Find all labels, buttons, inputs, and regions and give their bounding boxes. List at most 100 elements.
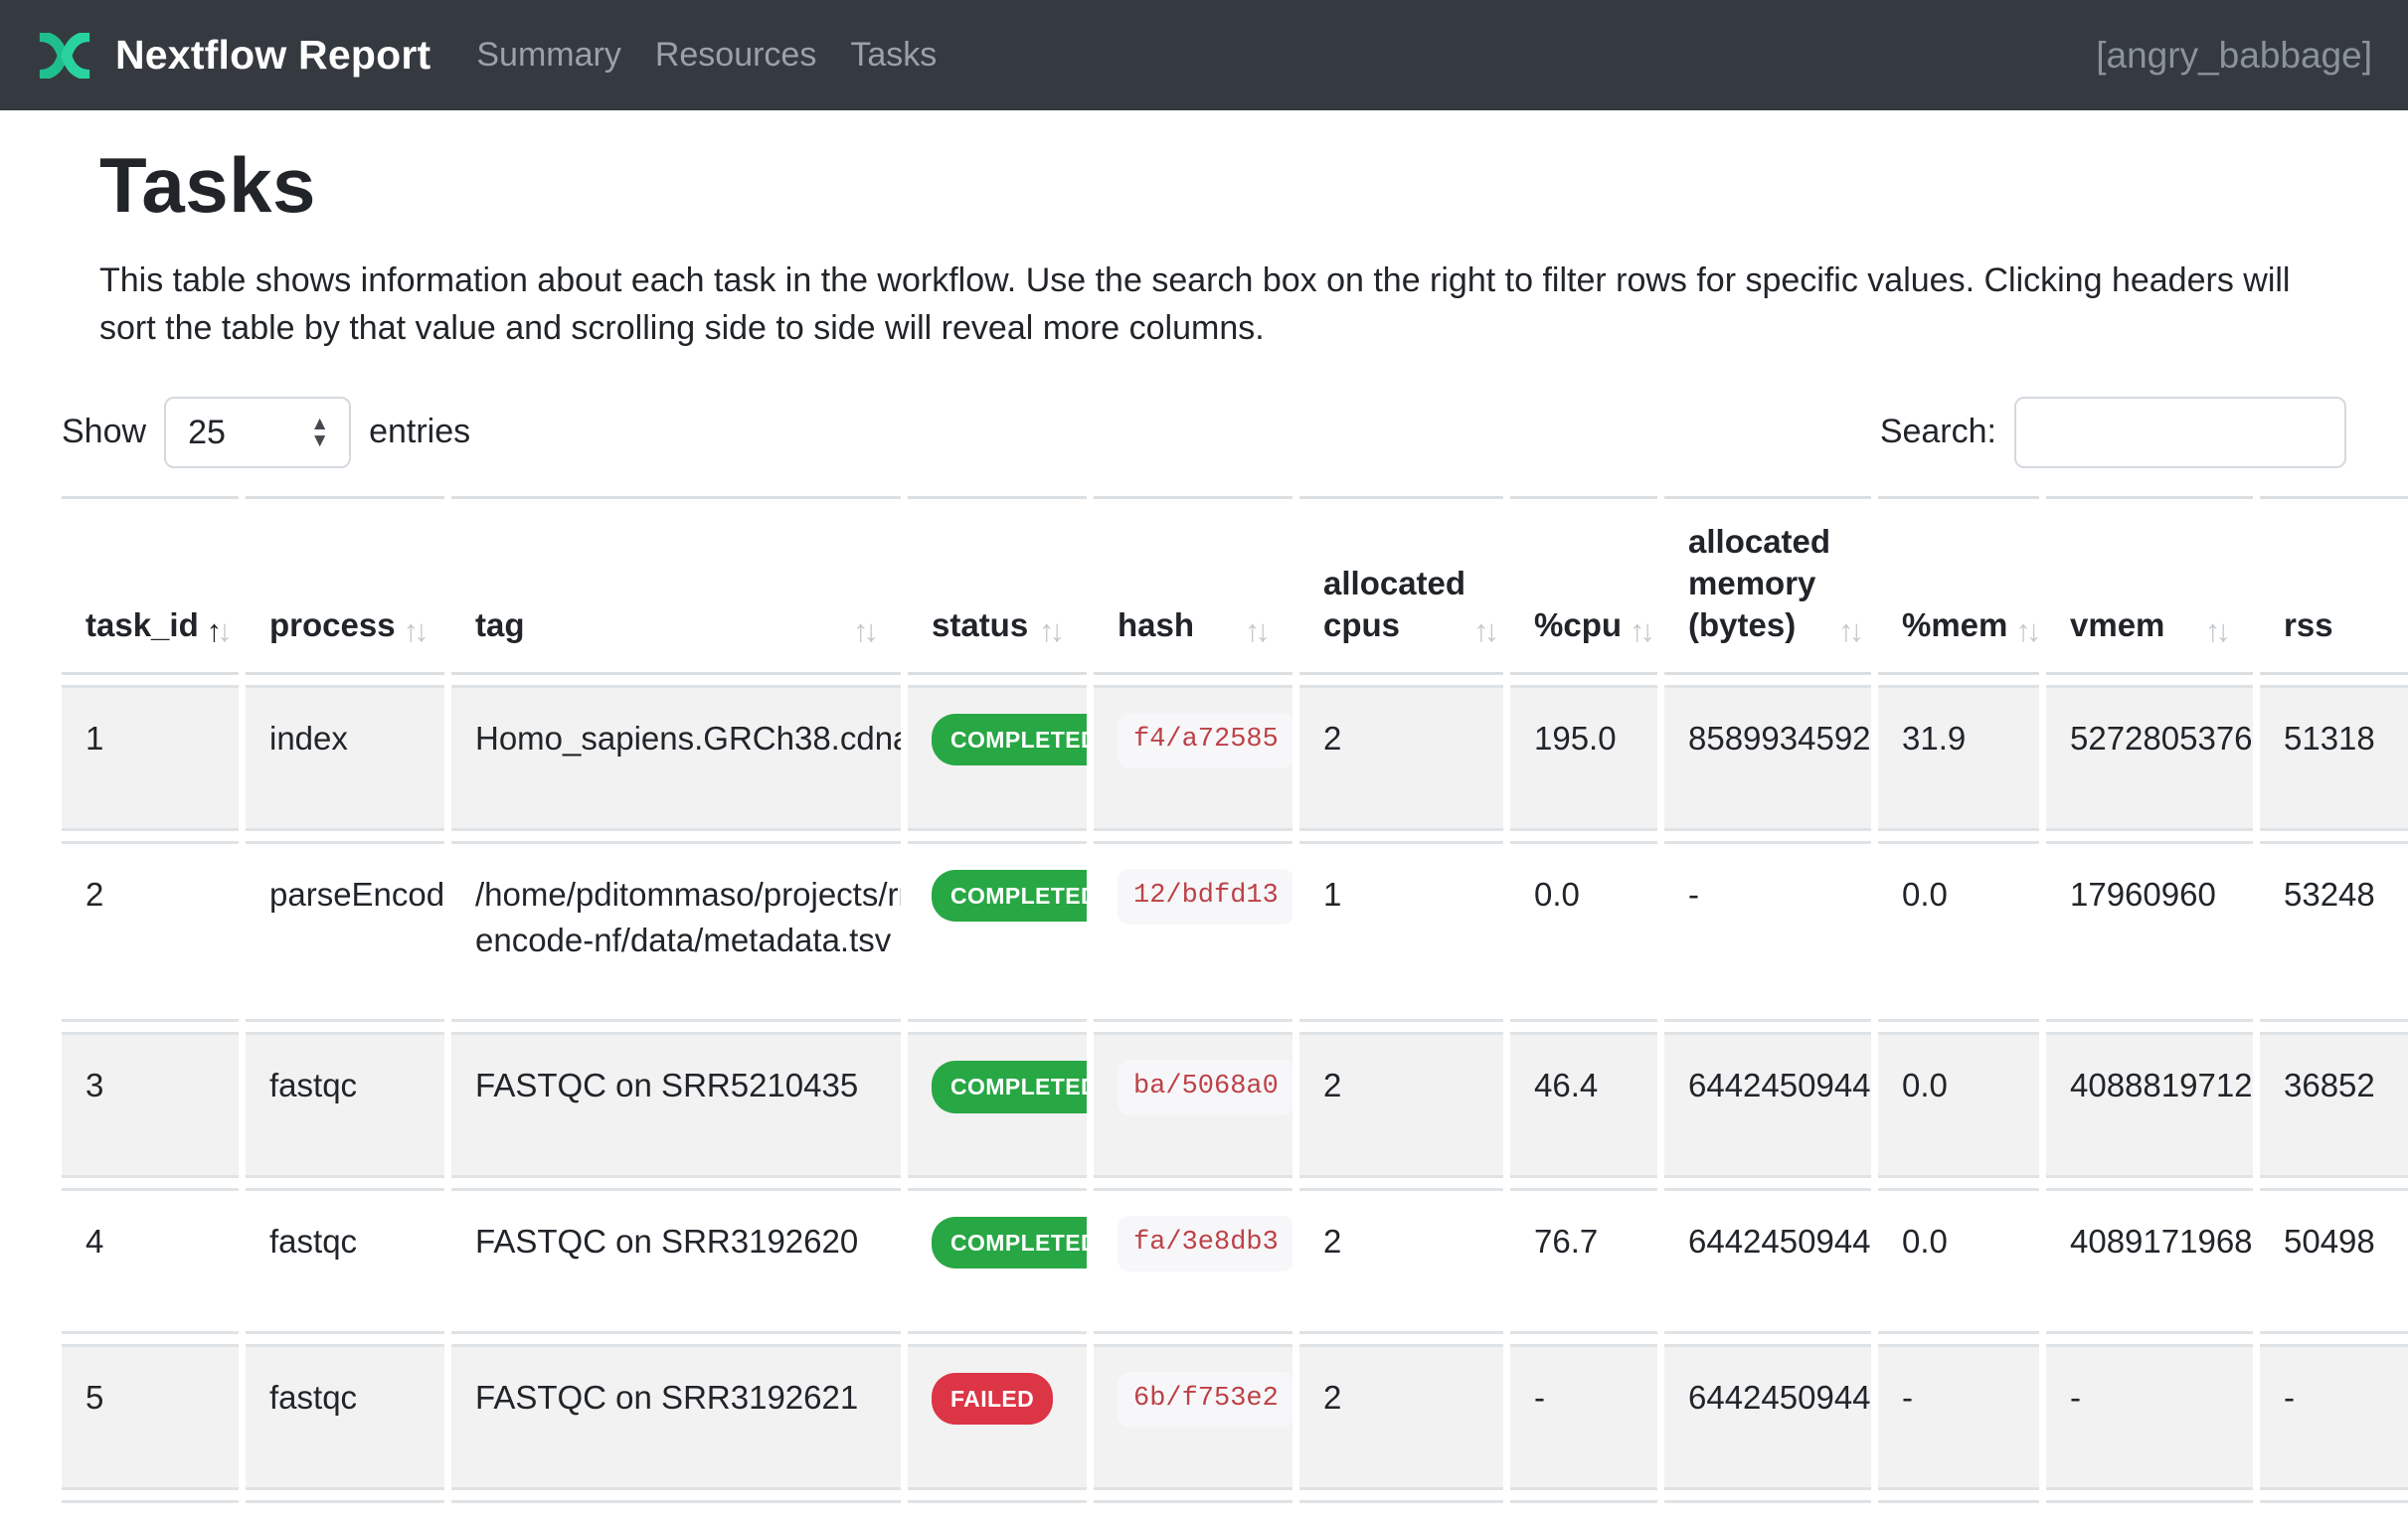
cell-pcpu: -: [1510, 1344, 1657, 1490]
cell-allocated-cpus: 2: [1299, 1032, 1503, 1178]
cell-vmem: 5272805376: [2046, 685, 2253, 831]
search-label: Search:: [1880, 413, 1996, 451]
column-header-tag[interactable]: tag ↑↓: [451, 496, 901, 676]
cell-task-id: 5: [62, 1344, 239, 1490]
column-header-allocated_memory[interactable]: allocated memory (bytes)↑↓: [1664, 496, 1871, 676]
cell-vmem: 17960960: [2046, 841, 2253, 1022]
nav-link-resources[interactable]: Resources: [655, 36, 817, 74]
cell-pcpu: 68.8: [1510, 1500, 1657, 1523]
cell-allocated-memory: 6442450944: [1664, 1032, 1871, 1178]
cell-allocated-cpus: 2: [1299, 1500, 1503, 1523]
cell-task-id: 4: [62, 1188, 239, 1334]
column-header-hash[interactable]: hash ↑↓: [1094, 496, 1292, 676]
cell-rss: 51318: [2260, 685, 2408, 831]
cell-rss: 53248: [2260, 841, 2408, 1022]
cell-hash: f4/a72585: [1094, 685, 1292, 831]
hash-code: 12/bdfd13: [1118, 869, 1292, 925]
cell-pcpu: 0.0: [1510, 841, 1657, 1022]
show-entries-label: Show: [62, 413, 146, 451]
run-name-badge: [angry_babbage]: [2096, 35, 2372, 77]
cell-pmem: 0.0: [1878, 1500, 2039, 1523]
cell-tag: /home/pditommaso/projects/rnaseq-encode-…: [451, 841, 901, 1022]
cell-process: parseEncode: [246, 841, 444, 1022]
cell-tag: FASTQC on SRR3192434: [451, 1500, 901, 1523]
cell-pmem: 0.0: [1878, 841, 2039, 1022]
sort-arrows-icon: ↑↓: [2197, 615, 2231, 646]
cell-allocated-memory: 6442450944: [1664, 1188, 1871, 1334]
table-row: 3fastqcFASTQC on SRR5210435COMPLETEDba/5…: [62, 1032, 2408, 1178]
table-viewport[interactable]: task_id↑↓process↑↓tag↑↓status↑↓hash↑↓all…: [62, 486, 2408, 1523]
nav-link-summary[interactable]: Summary: [476, 36, 620, 74]
cell-tag: FASTQC on SRR3192620: [451, 1188, 901, 1334]
cell-allocated-cpus: 2: [1299, 685, 1503, 831]
length-control: Show 25 ▲▼ entries: [62, 397, 470, 468]
column-label: task_id: [86, 604, 199, 646]
cell-task-id: 6: [62, 1500, 239, 1523]
sort-arrows-icon: ↑↓: [845, 615, 879, 646]
column-header-rss[interactable]: rss↑↓: [2260, 496, 2408, 676]
status-badge: FAILED: [932, 1373, 1053, 1425]
column-header-vmem[interactable]: vmem ↑↓: [2046, 496, 2253, 676]
cell-allocated-memory: 6442450944: [1664, 1500, 1871, 1523]
nav-links: Summary Resources Tasks: [476, 36, 970, 75]
cell-tag: FASTQC on SRR5210435: [451, 1032, 901, 1178]
cell-status: COMPLETED: [908, 685, 1087, 831]
sort-arrows-icon: ↑↓: [199, 615, 233, 646]
cell-hash: 1e/d7f3c2: [1094, 1500, 1292, 1523]
entries-suffix-label: entries: [369, 413, 470, 451]
column-header-process[interactable]: process↑↓: [246, 496, 444, 676]
sort-arrows-icon: ↑↓: [1830, 615, 1864, 646]
cell-allocated-memory: 6442450944: [1664, 1344, 1871, 1490]
cell-task-id: 2: [62, 841, 239, 1022]
column-label: %cpu: [1534, 604, 1622, 646]
cell-status: FAILED: [908, 1344, 1087, 1490]
column-header-status[interactable]: status↑↓: [908, 496, 1087, 676]
status-badge: COMPLETED: [932, 1061, 1087, 1112]
cell-tag: FASTQC on SRR3192621: [451, 1344, 901, 1490]
cell-hash: ba/5068a0: [1094, 1032, 1292, 1178]
page-length-select[interactable]: 25: [164, 397, 351, 468]
table-row: 6fastqcFASTQC on SRR3192434COMPLETED1e/d…: [62, 1500, 2408, 1523]
cell-rss: 36852: [2260, 1032, 2408, 1178]
column-header-pmem[interactable]: %mem↑↓: [1878, 496, 2039, 676]
cell-allocated-cpus: 2: [1299, 1188, 1503, 1334]
sort-arrows-icon: ↑↓: [1465, 615, 1499, 646]
sort-arrows-icon: ↑↓: [1031, 615, 1065, 646]
column-label: tag: [475, 604, 525, 646]
search-input[interactable]: [2014, 397, 2346, 468]
column-header-allocated_cpus[interactable]: allocated cpus↑↓: [1299, 496, 1503, 676]
cell-pmem: 0.0: [1878, 1032, 2039, 1178]
table-row: 4fastqcFASTQC on SRR3192620COMPLETEDfa/3…: [62, 1188, 2408, 1334]
cell-process: fastqc: [246, 1188, 444, 1334]
table-controls: Show 25 ▲▼ entries Search:: [62, 397, 2346, 468]
column-label: allocated cpus: [1323, 563, 1465, 646]
main-content: Tasks This table shows information about…: [0, 140, 2408, 1523]
table-row: 5fastqcFASTQC on SRR3192621FAILED6b/f753…: [62, 1344, 2408, 1490]
column-header-pcpu[interactable]: %cpu↑↓: [1510, 496, 1657, 676]
table-row: 2parseEncode/home/pditommaso/projects/rn…: [62, 841, 2408, 1022]
tasks-table: task_id↑↓process↑↓tag↑↓status↑↓hash↑↓all…: [62, 486, 2408, 1523]
tasks-table-body: 1indexHomo_sapiens.GRCh38.cdna.all.fa.gz…: [62, 685, 2408, 1523]
hash-code: fa/3e8db3: [1118, 1216, 1292, 1271]
nextflow-logo-icon: [36, 33, 93, 79]
cell-pmem: -: [1878, 1344, 2039, 1490]
sort-arrows-icon: ↑↓: [1237, 615, 1271, 646]
cell-rss: 50498: [2260, 1188, 2408, 1334]
cell-pcpu: 46.4: [1510, 1032, 1657, 1178]
cell-status: COMPLETED: [908, 841, 1087, 1022]
sort-arrows-icon: ↑↓: [2007, 615, 2041, 646]
cell-vmem: 4089171968: [2046, 1188, 2253, 1334]
status-badge: COMPLETED: [932, 714, 1087, 765]
cell-process: fastqc: [246, 1032, 444, 1178]
brand-link[interactable]: Nextflow Report: [36, 32, 430, 79]
column-label: hash: [1118, 604, 1194, 646]
column-label: vmem: [2070, 604, 2164, 646]
cell-pmem: 0.0: [1878, 1188, 2039, 1334]
column-header-task_id[interactable]: task_id↑↓: [62, 496, 239, 676]
nav-link-tasks[interactable]: Tasks: [850, 36, 937, 74]
column-label: %mem: [1902, 604, 2007, 646]
status-badge: COMPLETED: [932, 870, 1087, 922]
search-control: Search:: [1880, 397, 2346, 468]
sort-arrows-icon: ↑↓: [1622, 615, 1655, 646]
column-label: process: [269, 604, 396, 646]
